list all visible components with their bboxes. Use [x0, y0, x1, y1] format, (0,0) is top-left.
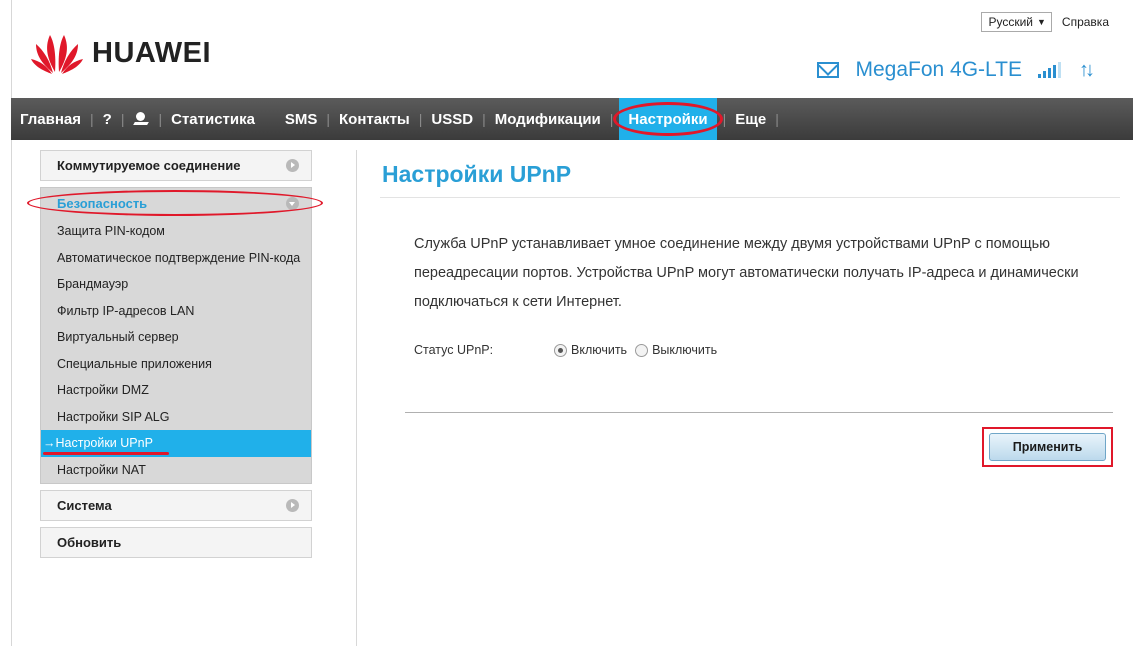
language-select[interactable]: Русский ▼ — [981, 12, 1052, 32]
nav-home[interactable]: Главная — [11, 98, 90, 140]
nav-statistics[interactable]: Статистика — [162, 98, 264, 140]
highlight-oval — [27, 190, 323, 216]
language-value: Русский — [988, 15, 1033, 29]
apply-highlight-box: Применить — [982, 427, 1113, 467]
sidebar-subitem-special-apps[interactable]: Специальные приложения — [41, 351, 311, 378]
sidebar-subitem-sip-alg[interactable]: Настройки SIP ALG — [41, 404, 311, 431]
sidebar-item-update[interactable]: Обновить — [40, 527, 312, 558]
upnp-description: Служба UPnP устанавливает умное соединен… — [414, 236, 1079, 310]
operator-status: MegaFon 4G-LTE ↑↓ — [817, 58, 1095, 82]
chevron-right-icon — [286, 159, 299, 172]
page-title: Настройки UPnP — [382, 161, 572, 187]
nav-contacts[interactable]: Контакты — [330, 98, 419, 140]
radio-enable[interactable]: Включить — [554, 343, 627, 357]
nav-separator: | — [775, 111, 779, 127]
nav-settings[interactable]: Настройки — [613, 98, 723, 140]
sidebar-group-security: Безопасность Защита PIN-кодом Автоматиче… — [27, 187, 323, 484]
nav-ussd[interactable]: USSD — [422, 98, 482, 140]
sidebar-subitem-firewall[interactable]: Брандмауэр — [41, 271, 311, 298]
nav-wizard[interactable] — [124, 98, 158, 140]
sidebar-item-label: Обновить — [57, 535, 122, 550]
data-transfer-icon: ↑↓ — [1079, 58, 1095, 81]
radio-enable-label: Включить — [571, 343, 628, 357]
sidebar-subitem-virtual-server[interactable]: Виртуальный сервер — [41, 324, 311, 351]
sidebar-item-system[interactable]: Система — [40, 490, 312, 521]
title-divider — [380, 197, 1120, 198]
sidebar-subitem-pin-protection[interactable]: Защита PIN-кодом — [41, 218, 311, 245]
chevron-right-icon — [286, 499, 299, 512]
upnp-status-label: Статус UPnP: — [414, 343, 494, 357]
radio-disable-label: Выключить — [652, 343, 718, 357]
signal-strength-icon — [1038, 62, 1061, 78]
sidebar-item-label: →Настройки UPnP — [43, 436, 153, 451]
sidebar-subitem-dmz[interactable]: Настройки DMZ — [41, 377, 311, 404]
sidebar: Коммутируемое соединение Безопасность За… — [27, 150, 323, 564]
huawei-logo: HUAWEI — [30, 32, 211, 74]
chevron-down-icon: ▼ — [1037, 17, 1046, 27]
main-nav: Главная | ? | | Статистика SMS | Контакт… — [11, 98, 1133, 140]
radio-unchecked-icon[interactable] — [635, 343, 649, 357]
nav-modifications[interactable]: Модификации — [486, 98, 610, 140]
mail-icon[interactable] — [817, 62, 840, 78]
sidebar-subitem-nat[interactable]: Настройки NAT — [41, 457, 311, 484]
sidebar-item-security[interactable]: Безопасность — [27, 188, 323, 218]
huawei-flower-icon — [31, 35, 83, 74]
operator-name: MegaFon 4G-LTE — [855, 58, 1022, 81]
sidebar-item-label: Коммутируемое соединение — [57, 158, 241, 173]
sidebar-subitem-lan-ip-filter[interactable]: Фильтр IP-адресов LAN — [41, 298, 311, 325]
content-divider-horizontal — [405, 412, 1113, 413]
nav-sms[interactable]: SMS — [276, 98, 327, 140]
nav-help[interactable]: ? — [94, 98, 121, 140]
sidebar-subitem-pin-auto-confirm[interactable]: Автоматическое подтверждение PIN-кода — [41, 245, 311, 272]
logo-text: HUAWEI — [92, 36, 211, 69]
radio-checked-icon[interactable] — [554, 343, 567, 357]
upnp-status-row: Статус UPnP: Включить Выключить — [414, 343, 725, 357]
sidebar-item-dialup[interactable]: Коммутируемое соединение — [40, 150, 312, 181]
page-border — [11, 0, 12, 646]
nav-more[interactable]: Еще — [726, 98, 775, 140]
language-bar: Русский ▼ Справка — [981, 12, 1109, 32]
sidebar-item-label: Система — [57, 498, 112, 513]
radio-disable[interactable]: Выключить — [635, 343, 717, 357]
content-divider — [356, 150, 357, 646]
highlight-underline — [43, 451, 169, 455]
apply-button[interactable]: Применить — [989, 433, 1106, 461]
sidebar-subitem-upnp[interactable]: →Настройки UPnP — [41, 430, 311, 457]
help-link[interactable]: Справка — [1058, 15, 1109, 29]
wizard-icon — [133, 111, 149, 127]
